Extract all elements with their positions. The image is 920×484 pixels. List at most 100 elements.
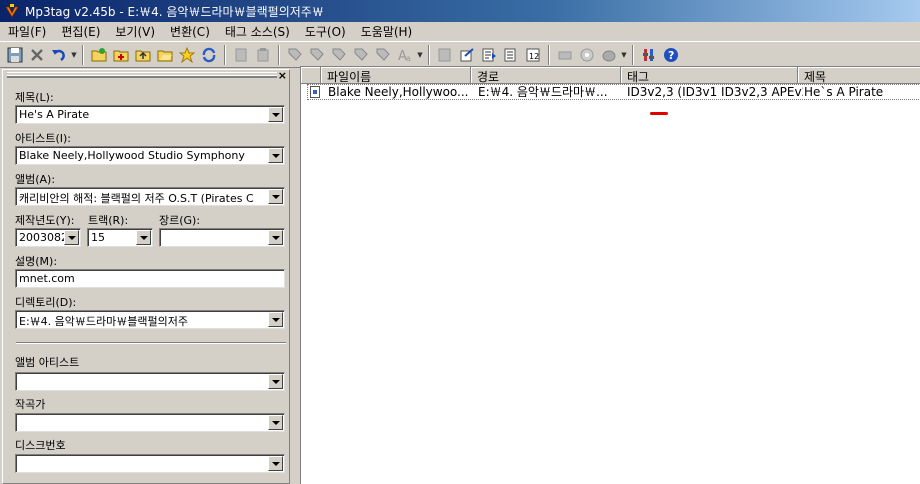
album-dropdown-button[interactable]	[268, 189, 283, 204]
discnumber-field[interactable]	[15, 454, 285, 473]
playlist-icon[interactable]	[478, 44, 500, 66]
file-list: 파일이름 경로 태그 제목 Blake Neely,Hollywoo... E:…	[300, 66, 920, 484]
panel-grip[interactable]	[7, 72, 277, 78]
year-value: 20030823	[19, 231, 64, 244]
title-value: He's A Pirate	[19, 108, 90, 121]
title-bar: Mp3tag v2.45b - E:￦4. 음악￦드라마￦블랙펄의저주￦	[0, 0, 920, 22]
options-icon[interactable]	[638, 44, 660, 66]
comment-label: 설명(M):	[15, 255, 58, 268]
parent-dir-icon[interactable]	[132, 44, 154, 66]
tag-to-tag-icon[interactable]	[350, 44, 372, 66]
menu-tools[interactable]: 도구(O)	[297, 23, 353, 40]
column-header-title[interactable]: 제목	[798, 67, 920, 84]
filename-to-tag-icon[interactable]	[306, 44, 328, 66]
svg-text:12: 12	[529, 52, 539, 61]
title-label: 제목(L):	[15, 91, 54, 104]
table-row[interactable]: Blake Neely,Hollywoo... E:￦4. 음악￦드라마￦...…	[307, 84, 920, 100]
audio-file-icon	[310, 86, 320, 98]
row-path: E:￦4. 음악￦드라마￦...	[478, 85, 608, 99]
album-artist-field[interactable]	[15, 372, 285, 391]
year-label: 제작년도(Y):	[15, 214, 75, 227]
actions-dropdown-icon[interactable]: ▼	[416, 51, 424, 59]
directory-field[interactable]: E:￦4. 음악￦드라마￦블랙펄의저주	[15, 310, 285, 329]
svg-text:?: ?	[668, 49, 674, 62]
text-to-tag-icon[interactable]	[328, 44, 350, 66]
window-title: Mp3tag v2.45b - E:￦4. 음악￦드라마￦블랙펄의저주￦	[25, 4, 324, 19]
comment-value: mnet.com	[19, 272, 75, 285]
artist-value: Blake Neely,Hollywood Studio Symphony	[19, 149, 245, 162]
track-field[interactable]: 15	[87, 228, 153, 247]
genre-field[interactable]	[159, 228, 285, 247]
mp3tag-app-icon[interactable]	[4, 3, 20, 19]
print-icon[interactable]	[554, 44, 576, 66]
row-title: He`s A Pirate	[804, 85, 884, 99]
menu-view[interactable]: 보기(V)	[107, 23, 162, 40]
cut-icon[interactable]	[230, 44, 252, 66]
genre-label: 장르(G):	[159, 214, 201, 227]
actions-icon[interactable]	[372, 44, 394, 66]
panel-close-icon[interactable]: ×	[278, 69, 287, 82]
report-icon[interactable]	[500, 44, 522, 66]
toolbar: ▼ Aa ▼ 12 ▼ ?	[0, 41, 920, 68]
undo-dropdown-icon[interactable]: ▼	[70, 51, 78, 59]
composer-label: 작곡가	[15, 398, 46, 411]
case-conversion-icon[interactable]: Aa	[394, 44, 416, 66]
help-icon[interactable]: ?	[660, 44, 682, 66]
year-dropdown-button[interactable]	[64, 230, 79, 245]
directory-label: 디렉토리(D):	[15, 296, 77, 309]
edit-icon[interactable]	[434, 44, 456, 66]
directory-dropdown-button[interactable]	[268, 312, 283, 327]
discnumber-dropdown-button[interactable]	[268, 456, 283, 471]
composer-field[interactable]	[15, 413, 285, 432]
title-dropdown-button[interactable]	[268, 107, 283, 122]
artist-dropdown-button[interactable]	[268, 148, 283, 163]
column-header-filename[interactable]: 파일이름	[321, 67, 471, 84]
menu-file[interactable]: 파일(F)	[0, 23, 53, 40]
menu-tag-sources[interactable]: 태그 소스(S)	[217, 23, 297, 40]
tag-to-filename-icon[interactable]	[284, 44, 306, 66]
album-artist-label: 앨범 아티스트	[15, 356, 80, 369]
save-icon[interactable]	[4, 44, 26, 66]
row-tag: ID3v2,3 (ID3v1 ID3v2,3 APEv2)	[627, 85, 803, 99]
toolbar-separator	[278, 44, 280, 65]
menu-edit[interactable]: 편집(E)	[53, 23, 107, 40]
title-field[interactable]: He's A Pirate	[15, 105, 285, 124]
open-dir-icon[interactable]	[154, 44, 176, 66]
album-artist-dropdown-button[interactable]	[268, 374, 283, 389]
refresh-icon[interactable]	[198, 44, 220, 66]
undo-icon[interactable]	[48, 44, 70, 66]
comment-field[interactable]: mnet.com	[15, 269, 285, 288]
composer-dropdown-button[interactable]	[268, 415, 283, 430]
toolbar-separator	[82, 44, 84, 65]
menu-bar: 파일(F) 편집(E) 보기(V) 변환(C) 태그 소스(S) 도구(O) 도…	[0, 22, 920, 41]
year-field[interactable]: 20030823	[15, 228, 81, 247]
row-filename: Blake Neely,Hollywoo...	[328, 85, 469, 99]
toolbar-separator	[428, 44, 430, 65]
export-icon[interactable]	[456, 44, 478, 66]
change-dir-icon[interactable]	[88, 44, 110, 66]
album-field[interactable]: 캐리비안의 해적: 블랙펄의 저주 O.S.T (Pirates C	[15, 187, 285, 206]
add-dir-icon[interactable]	[110, 44, 132, 66]
track-dropdown-button[interactable]	[136, 230, 151, 245]
tag-panel: × 제목(L): He's A Pirate 아티스트(I): Blake Ne…	[2, 69, 290, 484]
menu-help[interactable]: 도움말(H)	[353, 23, 420, 40]
column-header-tag[interactable]: 태그	[621, 67, 798, 84]
numbering-icon[interactable]: 12	[522, 44, 544, 66]
album-label: 앨범(A):	[15, 173, 56, 186]
panel-divider	[16, 342, 286, 344]
red-underline-annotation	[650, 112, 668, 115]
sources-dropdown-icon[interactable]: ▼	[620, 51, 628, 59]
artist-field[interactable]: Blake Neely,Hollywood Studio Symphony	[15, 146, 285, 165]
favorites-icon[interactable]	[176, 44, 198, 66]
cd-icon[interactable]	[576, 44, 598, 66]
freedb-icon[interactable]	[598, 44, 620, 66]
remove-tag-icon[interactable]	[26, 44, 48, 66]
menu-convert[interactable]: 변환(C)	[162, 23, 217, 40]
panel-splitter[interactable]	[291, 69, 300, 484]
column-header-path[interactable]: 경로	[471, 67, 621, 84]
directory-value: E:￦4. 음악￦드라마￦블랙펄의저주	[19, 315, 188, 328]
toolbar-separator	[632, 44, 634, 65]
column-header-blank[interactable]	[301, 67, 321, 84]
paste-icon[interactable]	[252, 44, 274, 66]
genre-dropdown-button[interactable]	[268, 230, 283, 245]
